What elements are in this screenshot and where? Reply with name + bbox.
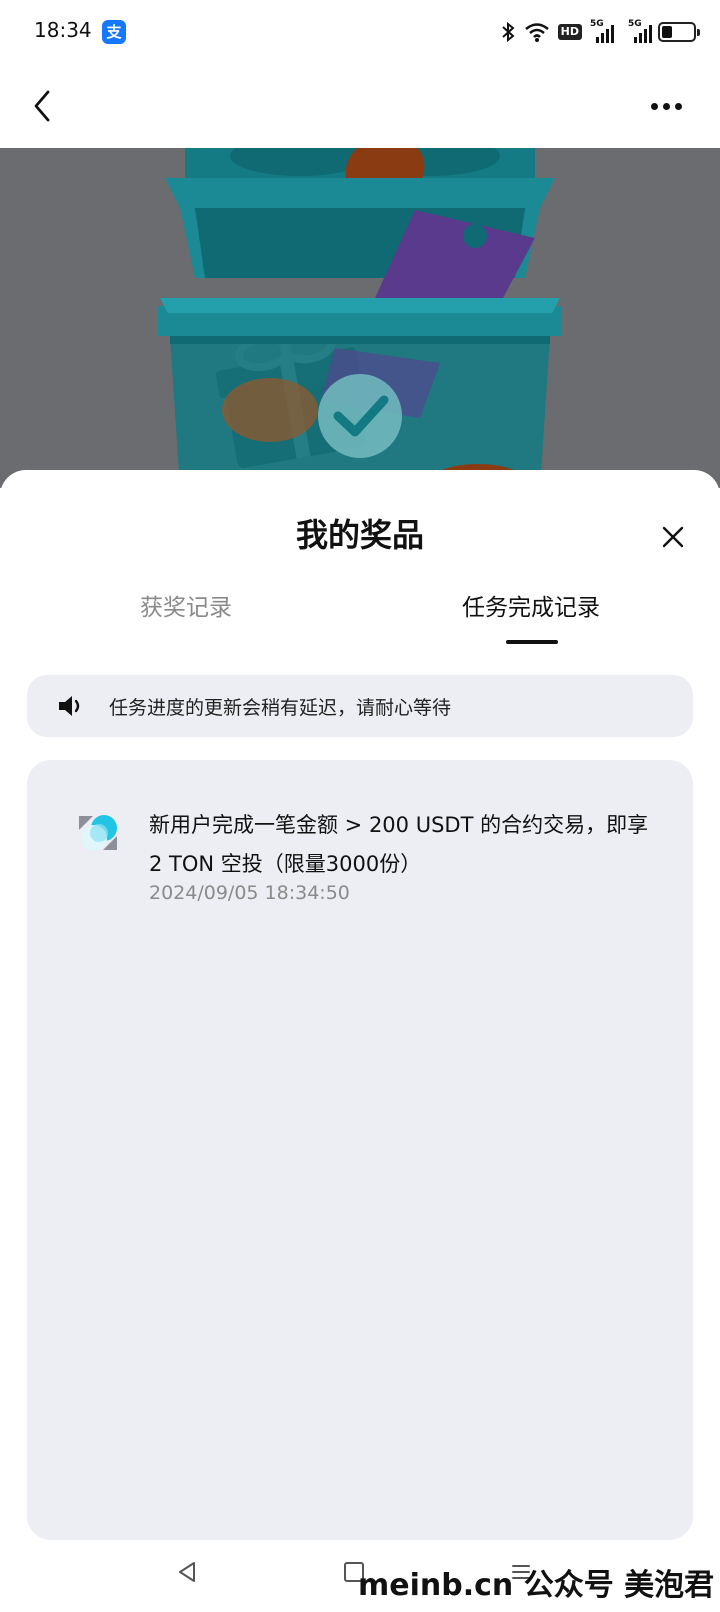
system-icons: HD 5G 5G xyxy=(500,19,658,44)
sheet-title: 我的奖品 xyxy=(295,516,424,554)
chevron-left-icon[interactable] xyxy=(26,84,66,128)
tab-award-records[interactable]: 获奖记录 xyxy=(140,588,232,622)
record-title: 新用户完成一笔金额 > 200 USDT 的合约交易，即享2 TON 空投（限量… xyxy=(149,813,649,876)
speaker-icon xyxy=(59,696,80,716)
signal-icon-sim1: 5G xyxy=(590,19,620,43)
navigation-bar xyxy=(0,64,720,148)
close-icon[interactable] xyxy=(660,524,686,550)
my-prizes-sheet: 我的奖品 获奖记录 任务完成记录 任务进度的更新会稍有延迟，请耐心等待 新用户完… xyxy=(0,470,720,1612)
treasure-chest-illustration xyxy=(158,148,562,488)
bluetooth-icon xyxy=(501,21,515,43)
signal-icon-sim2: 5G xyxy=(628,19,658,43)
wifi-icon xyxy=(524,23,549,42)
watermark-text: meinb.cn 公众号 美泡君 xyxy=(358,1568,715,1603)
notice-banner: 任务进度的更新会稍有延迟，请耐心等待 xyxy=(27,675,693,737)
treasure-chest-banner xyxy=(0,148,720,488)
hd-voice-icon: HD xyxy=(557,24,582,40)
system-back-icon[interactable] xyxy=(176,1560,198,1584)
battery-icon xyxy=(658,22,700,42)
record-timestamp: 2024/09/05 18:34:50 xyxy=(149,882,350,904)
notice-text: 任务进度的更新会稍有延迟，请耐心等待 xyxy=(109,697,452,719)
task-record-card: 新用户完成一笔金额 > 200 USDT 的合约交易，即享2 TON 空投（限量… xyxy=(27,760,693,1540)
active-tab-indicator xyxy=(506,640,558,644)
status-time: 18:34 xyxy=(34,18,92,42)
status-bar: 18:34 支 HD 5G 5G xyxy=(0,0,720,64)
ton-coin-icon xyxy=(79,815,117,851)
tab-task-records[interactable]: 任务完成记录 xyxy=(462,588,600,622)
more-dots-icon[interactable] xyxy=(646,96,686,116)
alipay-icon: 支 xyxy=(102,20,126,44)
